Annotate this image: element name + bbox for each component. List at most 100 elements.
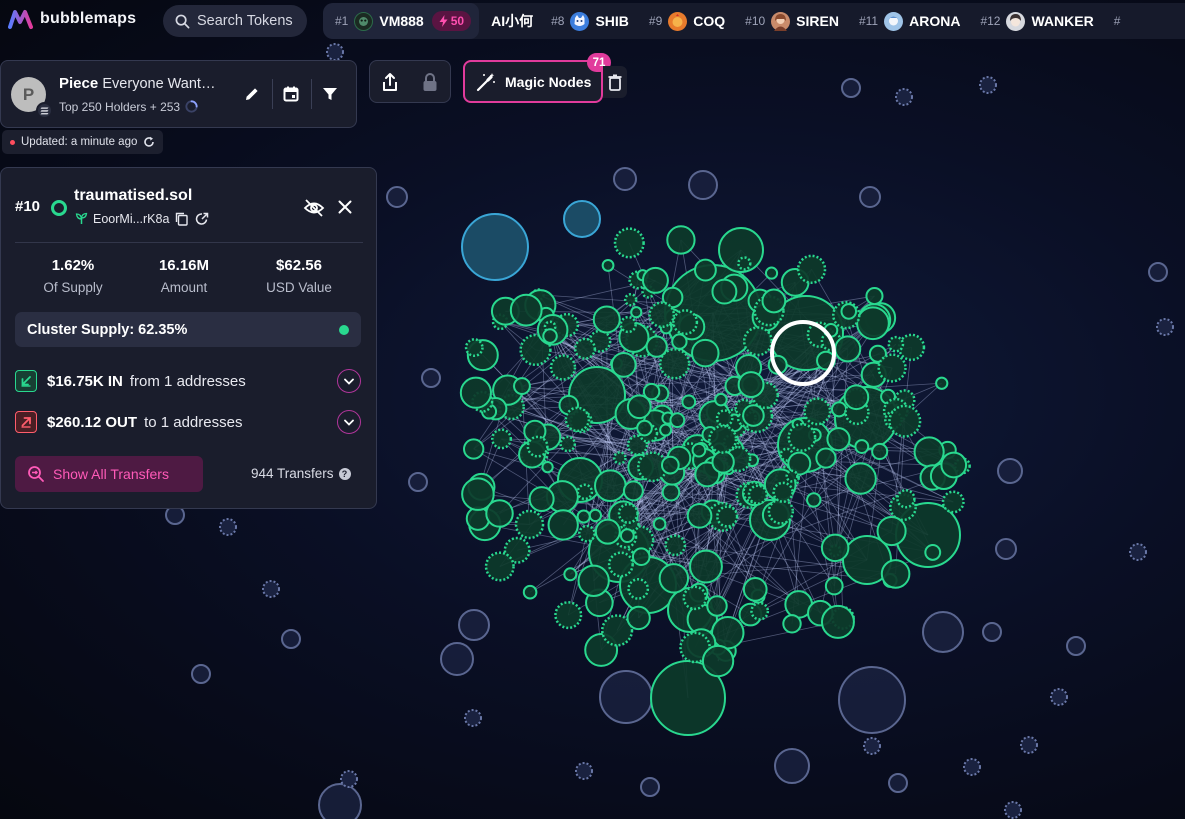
holder-bubble[interactable] — [509, 293, 543, 327]
holder-bubble[interactable] — [619, 315, 637, 334]
outer-bubble[interactable] — [1066, 636, 1086, 656]
holder-bubble[interactable] — [803, 397, 832, 426]
holder-bubble[interactable] — [641, 266, 669, 294]
holder-bubble[interactable] — [671, 333, 688, 350]
holder-bubble[interactable] — [772, 481, 794, 503]
outer-bubble[interactable] — [281, 629, 301, 649]
holder-bubble[interactable] — [617, 502, 639, 524]
holder-bubble[interactable] — [935, 376, 949, 390]
clear-magic-nodes-button[interactable] — [603, 66, 627, 98]
magic-nodes-button[interactable]: Magic Nodes — [463, 60, 603, 103]
holder-bubble[interactable] — [658, 563, 690, 594]
holder-bubble[interactable] — [660, 455, 680, 475]
holder-bubble[interactable] — [865, 287, 884, 306]
outer-bubble[interactable] — [1156, 318, 1174, 336]
holder-bubble[interactable] — [563, 567, 578, 582]
holder-bubble[interactable] — [742, 326, 773, 357]
holder-bubble[interactable] — [887, 335, 905, 353]
holder-bubble[interactable] — [513, 377, 531, 395]
holder-bubble[interactable] — [577, 564, 610, 597]
trending-item-wanker[interactable]: #12 WANKER — [970, 3, 1103, 39]
outer-bubble[interactable] — [613, 167, 637, 191]
holder-bubble[interactable] — [806, 492, 822, 508]
holder-bubble[interactable] — [610, 351, 637, 378]
holder-bubble[interactable] — [716, 505, 739, 528]
outer-bubble[interactable] — [838, 666, 906, 734]
holder-bubble[interactable] — [694, 258, 717, 282]
holder-bubble[interactable] — [896, 489, 916, 509]
holder-bubble[interactable] — [877, 353, 907, 383]
holder-bubble[interactable] — [484, 551, 515, 582]
trending-item-ai[interactable]: AI小何 — [483, 11, 541, 31]
holder-bubble[interactable] — [522, 584, 538, 600]
holder-bubble[interactable] — [856, 306, 890, 341]
holder-bubble[interactable] — [843, 384, 870, 411]
holder-bubble[interactable] — [888, 404, 922, 438]
holder-bubble[interactable] — [714, 392, 728, 407]
holder-bubble[interactable] — [623, 292, 638, 307]
outer-bubble[interactable] — [888, 773, 908, 793]
outer-bubble[interactable] — [563, 200, 601, 238]
outer-bubble[interactable] — [1050, 688, 1068, 706]
outer-bubble[interactable] — [262, 580, 280, 598]
holder-bubble[interactable] — [747, 484, 769, 505]
outer-bubble[interactable] — [640, 777, 660, 797]
trending-item-shib[interactable]: #8 SHIB — [541, 3, 639, 39]
outer-bubble[interactable] — [575, 762, 593, 780]
calendar-button[interactable] — [280, 83, 302, 105]
holder-bubble[interactable] — [627, 578, 650, 600]
holder-bubble[interactable] — [689, 549, 723, 584]
holder-bubble[interactable] — [820, 533, 850, 563]
holder-bubble[interactable] — [666, 225, 696, 255]
holder-bubble[interactable] — [577, 524, 596, 543]
outer-bubble[interactable] — [421, 368, 441, 388]
holder-bubble[interactable] — [826, 427, 851, 452]
inflow-row[interactable]: $16.75K IN from 1 addresses — [15, 368, 361, 394]
holder-bubble[interactable] — [824, 576, 844, 596]
outer-bubble[interactable] — [1148, 262, 1168, 282]
holder-bubble[interactable] — [672, 309, 699, 336]
refresh-icon[interactable] — [143, 136, 155, 148]
trending-item-vm888[interactable]: #1 VM888 50 — [323, 3, 480, 39]
outer-bubble[interactable] — [688, 170, 718, 200]
holder-bubble[interactable] — [742, 577, 768, 602]
filter-button[interactable] — [319, 83, 341, 105]
outer-bubble[interactable] — [859, 186, 881, 208]
holder-bubble[interactable] — [485, 499, 514, 528]
holder-bubble[interactable] — [750, 601, 770, 621]
outer-bubble[interactable] — [599, 670, 653, 724]
outer-bubble[interactable] — [997, 458, 1023, 484]
outer-bubble[interactable] — [895, 88, 913, 106]
trending-item-siren[interactable]: #10 SIREN — [735, 3, 849, 39]
outflow-row[interactable]: $260.12 OUT to 1 addresses — [15, 409, 361, 435]
holder-bubble[interactable] — [526, 435, 549, 458]
outer-bubble[interactable] — [326, 43, 344, 61]
outer-bubble[interactable] — [995, 538, 1017, 560]
outer-bubble[interactable] — [461, 213, 529, 281]
outer-bubble[interactable] — [963, 758, 981, 776]
holder-bubble[interactable] — [669, 412, 686, 429]
outer-bubble[interactable] — [1129, 543, 1147, 561]
holder-bubble[interactable] — [541, 460, 554, 474]
holder-bubble[interactable] — [601, 259, 615, 272]
holder-bubble[interactable] — [547, 509, 579, 541]
holder-bubble[interactable] — [787, 422, 817, 452]
holder-bubble[interactable] — [686, 502, 713, 529]
holder-bubble[interactable] — [767, 498, 795, 525]
outer-bubble[interactable] — [458, 609, 490, 641]
holder-bubble[interactable] — [549, 354, 577, 381]
holder-bubble[interactable] — [711, 450, 735, 474]
holder-bubble[interactable] — [642, 382, 661, 401]
holder-bubble[interactable] — [613, 451, 627, 465]
holder-bubble[interactable] — [840, 303, 858, 320]
holder-bubble[interactable] — [876, 515, 907, 547]
outer-bubble[interactable] — [841, 78, 861, 98]
holder-bubble[interactable] — [854, 439, 870, 454]
app-logo[interactable]: bubblemaps — [8, 8, 136, 30]
search-input[interactable] — [197, 13, 307, 29]
show-all-transfers-button[interactable]: Show All Transfers — [15, 456, 203, 492]
holder-bubble[interactable] — [844, 462, 877, 495]
holder-bubble[interactable] — [924, 543, 942, 561]
holder-bubble[interactable] — [830, 401, 848, 418]
holder-bubble[interactable] — [664, 534, 687, 557]
